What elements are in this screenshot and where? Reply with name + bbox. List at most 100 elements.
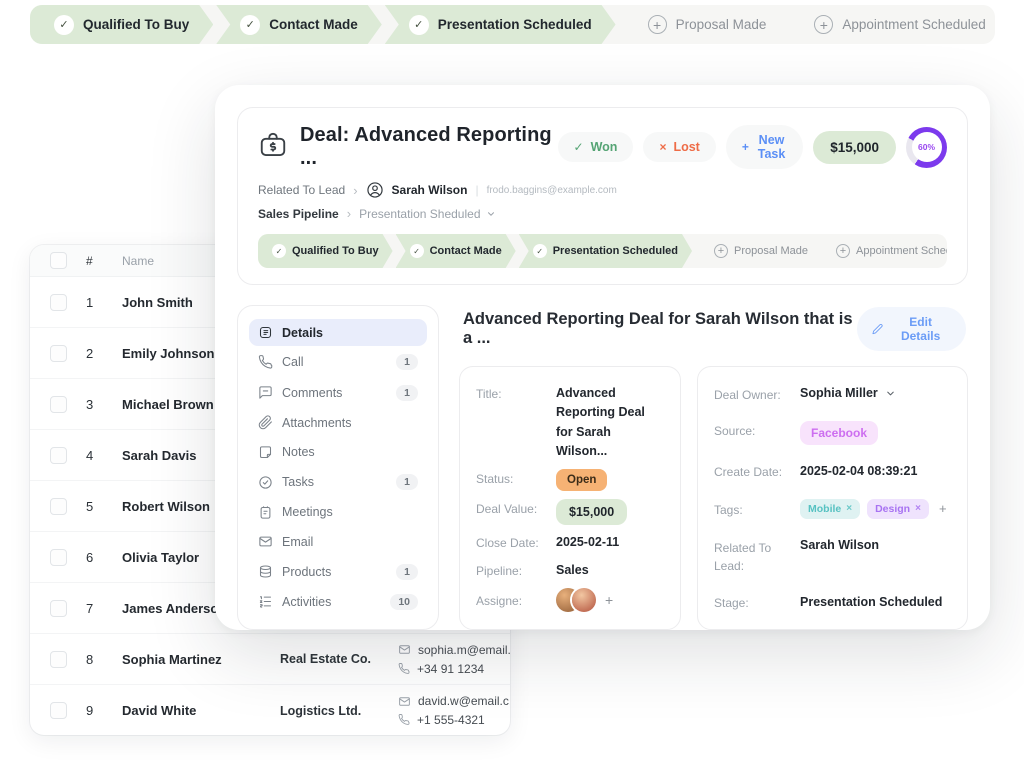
sidebar-item-notes[interactable]: Notes (249, 439, 427, 466)
stage-qualified-to-buy[interactable]: ✓ Qualified To Buy (258, 234, 393, 268)
lost-button[interactable]: ×Lost (643, 132, 715, 162)
row-number: 8 (86, 652, 122, 667)
check-icon: ✓ (54, 15, 74, 35)
sidebar-item-activities[interactable]: Activities 10 (249, 588, 427, 616)
edit-details-button[interactable]: Edit Details (857, 307, 966, 351)
meetings-icon (258, 505, 273, 520)
check-icon: ✓ (533, 244, 547, 258)
deal-sidebar: Details Call 1 Comments 1 Attachments (237, 305, 439, 630)
field-value-related-lead: Sarah Wilson (800, 536, 879, 555)
notes-icon (258, 445, 273, 460)
stage-proposal-made[interactable]: + Proposal Made (700, 234, 822, 268)
tag-mobile[interactable]: Mobile× (800, 499, 860, 519)
check-icon: ✓ (272, 244, 286, 258)
add-tag-button[interactable]: + (939, 501, 947, 516)
lead-name-link[interactable]: Sarah Wilson (392, 183, 468, 197)
deal-modal: Deal: Advanced Reporting ... ✓Won ×Lost … (215, 85, 990, 630)
check-icon: ✓ (409, 15, 429, 35)
field-label: Status: (476, 469, 556, 486)
row-number: 3 (86, 397, 122, 412)
stage-appointment-scheduled[interactable]: + Appointment Scheduled (790, 5, 995, 44)
deal-owner-dropdown[interactable]: Sophia Miller (800, 384, 896, 403)
column-header-num: # (86, 254, 122, 268)
sidebar-item-email[interactable]: Email (249, 528, 427, 555)
stage-contact-made[interactable]: ✓ Contact Made (396, 234, 516, 268)
briefcase-icon (258, 130, 288, 165)
sidebar-item-tasks[interactable]: Tasks 1 (249, 468, 427, 496)
sidebar-label: Details (282, 326, 323, 340)
field-value-title: Advanced Reporting Deal for Sarah Wilson… (556, 384, 664, 462)
count-badge: 1 (396, 564, 418, 580)
activities-icon (258, 594, 273, 609)
stage-presentation-scheduled[interactable]: ✓ Presentation Scheduled (385, 5, 616, 44)
chevron-down-icon (885, 388, 896, 399)
field-label: Title: (476, 384, 556, 401)
add-assignee-button[interactable]: + (605, 592, 613, 608)
paperclip-icon (258, 415, 273, 430)
sidebar-label: Notes (282, 445, 315, 459)
table-row[interactable]: 9 David White Logistics Ltd. david.w@ema… (30, 685, 510, 735)
stage-label: Contact Made (430, 245, 502, 257)
field-label: Tags: (714, 500, 800, 517)
field-label: Deal Owner: (714, 385, 800, 402)
stage-label: Presentation Scheduled (438, 17, 592, 32)
row-checkbox[interactable] (50, 498, 67, 515)
count-badge: 1 (396, 474, 418, 490)
deal-title: Deal: Advanced Reporting ... (300, 124, 558, 170)
remove-tag-icon[interactable]: × (915, 503, 921, 514)
sidebar-label: Activities (282, 595, 331, 609)
breadcrumb-pipeline: Sales Pipeline › Presentation Sheduled (258, 206, 947, 221)
deal-value-badge: $15,000 (556, 499, 627, 525)
phone-icon (398, 663, 410, 675)
breadcrumb-label: Related To Lead (258, 183, 345, 197)
lead-phone: +34 91 1234 (398, 662, 510, 676)
field-value-pipeline: Sales (556, 561, 589, 580)
row-number: 4 (86, 448, 122, 463)
stage-presentation-scheduled[interactable]: ✓ Presentation Scheduled (519, 234, 692, 268)
sidebar-item-call[interactable]: Call 1 (249, 348, 427, 376)
lead-email: david.w@email.c... (398, 694, 510, 708)
sidebar-item-meetings[interactable]: Meetings (249, 499, 427, 526)
stage-contact-made[interactable]: ✓ Contact Made (216, 5, 382, 44)
new-task-button[interactable]: +New Task (726, 125, 803, 169)
person-avatar-icon (366, 181, 384, 199)
email-icon (258, 534, 273, 549)
stage-proposal-made[interactable]: + Proposal Made (624, 5, 791, 44)
sidebar-item-details[interactable]: Details (249, 319, 427, 346)
field-label: Pipeline: (476, 561, 556, 578)
sidebar-item-attachments[interactable]: Attachments (249, 409, 427, 436)
stage-label: Contact Made (269, 17, 358, 32)
sidebar-label: Products (282, 565, 331, 579)
lead-phone: +1 555-4321 (398, 713, 510, 727)
assignee-avatars: + (556, 588, 613, 612)
plus-circle-icon: + (836, 244, 850, 258)
row-checkbox[interactable] (50, 549, 67, 566)
check-icon: ✓ (240, 15, 260, 35)
source-badge: Facebook (800, 421, 878, 445)
row-checkbox[interactable] (50, 600, 67, 617)
stage-dropdown[interactable]: Presentation Sheduled (359, 207, 495, 221)
table-row[interactable]: 8 Sophia Martinez Real Estate Co. sophia… (30, 634, 510, 685)
stage-qualified-to-buy[interactable]: ✓ Qualified To Buy (30, 5, 213, 44)
tasks-icon (258, 475, 273, 490)
lead-company: Logistics Ltd. (280, 704, 398, 718)
select-all-checkbox[interactable] (50, 252, 67, 269)
row-checkbox[interactable] (50, 651, 67, 668)
phone-icon (398, 714, 410, 726)
remove-tag-icon[interactable]: × (846, 503, 852, 514)
sidebar-label: Tasks (282, 475, 314, 489)
chevron-right-icon: › (353, 183, 357, 198)
stage-appointment-scheduled[interactable]: + Appointment Scheduled (822, 234, 947, 268)
row-checkbox[interactable] (50, 702, 67, 719)
status-badge: Open (556, 469, 607, 491)
row-checkbox[interactable] (50, 447, 67, 464)
won-button[interactable]: ✓Won (558, 132, 634, 162)
tag-design[interactable]: Design× (867, 499, 929, 519)
row-checkbox[interactable] (50, 345, 67, 362)
row-checkbox[interactable] (50, 294, 67, 311)
row-checkbox[interactable] (50, 396, 67, 413)
count-badge: 10 (390, 594, 418, 610)
sidebar-item-products[interactable]: Products 1 (249, 558, 427, 586)
sidebar-item-comments[interactable]: Comments 1 (249, 379, 427, 407)
field-label: Deal Value: (476, 499, 556, 516)
